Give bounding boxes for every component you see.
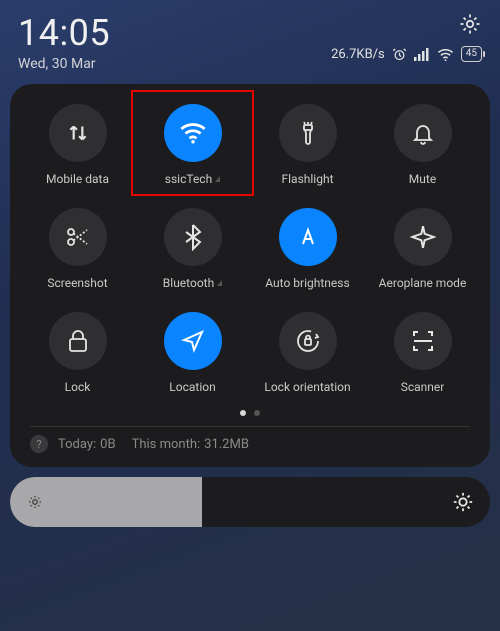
lock-rotation-icon — [279, 312, 337, 370]
tile-label: Lock orientation — [264, 380, 350, 394]
airplane-icon — [394, 208, 452, 266]
brightness-low-icon — [26, 493, 44, 511]
net-speed: 26.7KB/s — [331, 47, 385, 62]
bluetooth-icon — [164, 208, 222, 266]
tile-mobile-data[interactable]: Mobile data — [24, 104, 131, 186]
tile-flashlight[interactable]: Flashlight — [254, 104, 361, 186]
battery-indicator: 45 — [461, 46, 482, 62]
location-icon — [164, 312, 222, 370]
flashlight-icon — [279, 104, 337, 162]
usage-month-value: 31.2MB — [204, 437, 249, 452]
divider — [30, 426, 470, 427]
auto-brightness-icon — [279, 208, 337, 266]
tile-label: Mobile data — [46, 172, 109, 186]
scan-icon — [394, 312, 452, 370]
lock-icon — [49, 312, 107, 370]
tile-screenshot[interactable]: Screenshot — [24, 208, 131, 290]
tile-label: Location — [169, 380, 215, 394]
page-dot — [240, 410, 246, 416]
quick-settings-panel: Mobile data ssicTech Flashlight Mute — [10, 84, 490, 467]
page-indicator — [24, 410, 476, 416]
tile-label: Flashlight — [282, 172, 334, 186]
tile-wifi[interactable]: ssicTech — [139, 104, 246, 186]
clock: 14:05 — [18, 12, 110, 54]
tile-label: Bluetooth — [163, 276, 222, 290]
brightness-slider[interactable] — [10, 477, 490, 527]
tile-label: Lock — [65, 380, 91, 394]
status-indicators: 26.7KB/s 45 — [331, 46, 482, 62]
usage-today-value: 0B — [100, 437, 115, 452]
tile-label: Aeroplane mode — [379, 276, 467, 290]
page-dot — [254, 410, 260, 416]
tile-bluetooth[interactable]: Bluetooth — [139, 208, 246, 290]
alarm-icon — [392, 47, 407, 62]
help-icon: ? — [30, 435, 48, 453]
usage-month-label: This month: — [132, 437, 201, 452]
tile-label: Scanner — [401, 380, 445, 394]
wifi-icon — [164, 104, 222, 162]
tile-auto-brightness[interactable]: Auto brightness — [254, 208, 361, 290]
tile-scanner[interactable]: Scanner — [369, 312, 476, 394]
tile-label: ssicTech — [165, 172, 220, 186]
tile-lock[interactable]: Lock — [24, 312, 131, 394]
tile-mute[interactable]: Mute — [369, 104, 476, 186]
chevron-down-icon — [215, 176, 220, 182]
mobile-data-icon — [49, 104, 107, 162]
bell-icon — [394, 104, 452, 162]
settings-gear-icon[interactable] — [458, 12, 482, 36]
status-right: 26.7KB/s 45 — [331, 12, 482, 62]
usage-today-label: Today: — [58, 437, 96, 452]
status-left: 14:05 Wed, 30 Mar — [18, 12, 110, 72]
brightness-high-icon — [452, 491, 474, 513]
tile-location[interactable]: Location — [139, 312, 246, 394]
status-bar: 14:05 Wed, 30 Mar 26.7KB/s 45 — [0, 0, 500, 76]
tile-label: Screenshot — [47, 276, 107, 290]
tile-grid: Mobile data ssicTech Flashlight Mute — [24, 104, 476, 394]
chevron-down-icon — [217, 280, 222, 286]
scissors-icon — [49, 208, 107, 266]
signal-icon — [414, 47, 430, 61]
tile-lock-orientation[interactable]: Lock orientation — [254, 312, 361, 394]
tile-aeroplane-mode[interactable]: Aeroplane mode — [369, 208, 476, 290]
battery-pct: 45 — [466, 49, 477, 59]
date: Wed, 30 Mar — [18, 56, 110, 72]
tile-label: Mute — [409, 172, 436, 186]
tile-label: Auto brightness — [265, 276, 349, 290]
wifi-icon — [437, 48, 454, 61]
data-usage-row[interactable]: ? Today: 0B This month: 31.2MB — [24, 435, 476, 455]
